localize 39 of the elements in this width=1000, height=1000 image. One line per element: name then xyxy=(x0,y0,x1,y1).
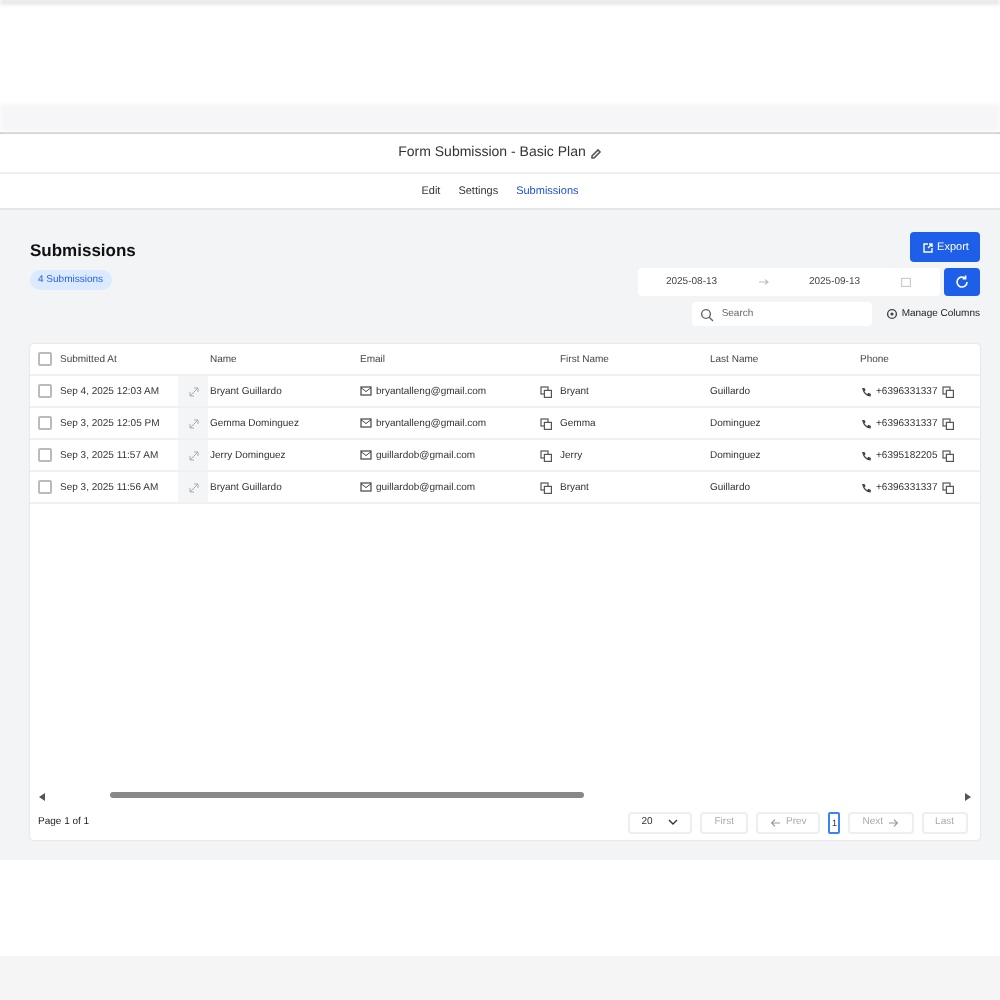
pencil-icon xyxy=(589,147,602,159)
scroll-left-icon xyxy=(38,791,46,801)
copy-icon xyxy=(941,385,954,397)
scroll-right-icon xyxy=(964,791,972,801)
arrow-left-icon xyxy=(769,817,782,827)
export-icon xyxy=(921,241,934,253)
copy-icon xyxy=(540,417,552,429)
expand-icon xyxy=(188,417,200,429)
mail-icon xyxy=(360,450,372,460)
phone-icon xyxy=(860,449,872,461)
refresh-icon xyxy=(954,274,970,290)
copy-icon xyxy=(540,449,552,461)
arrow-right-icon xyxy=(757,278,769,286)
checkbox[interactable] xyxy=(38,384,52,398)
copy-icon xyxy=(941,449,954,461)
scrollbar-thumb[interactable] xyxy=(109,792,584,798)
phone-icon xyxy=(860,417,872,429)
copy-icon xyxy=(540,481,552,493)
copy-icon xyxy=(941,481,954,493)
phone-icon xyxy=(860,481,872,493)
arrow-right-icon xyxy=(887,817,900,827)
expand-icon xyxy=(188,481,200,493)
copy-icon xyxy=(941,417,954,429)
page-title: Submissions xyxy=(30,240,136,260)
search-icon xyxy=(699,307,714,321)
calendar-icon xyxy=(899,276,912,288)
checkbox[interactable] xyxy=(38,416,52,430)
refresh-button[interactable] xyxy=(944,268,980,296)
expand-icon xyxy=(188,449,200,461)
checkbox[interactable] xyxy=(38,448,52,462)
mail-icon xyxy=(360,418,372,428)
expand-icon xyxy=(188,385,200,397)
copy-icon xyxy=(540,385,552,397)
phone-icon xyxy=(860,385,872,397)
chevron-down-icon xyxy=(668,818,679,826)
checkbox[interactable] xyxy=(38,352,52,366)
mail-icon xyxy=(360,482,372,492)
checkbox[interactable] xyxy=(38,480,52,494)
mail-icon xyxy=(360,386,372,396)
